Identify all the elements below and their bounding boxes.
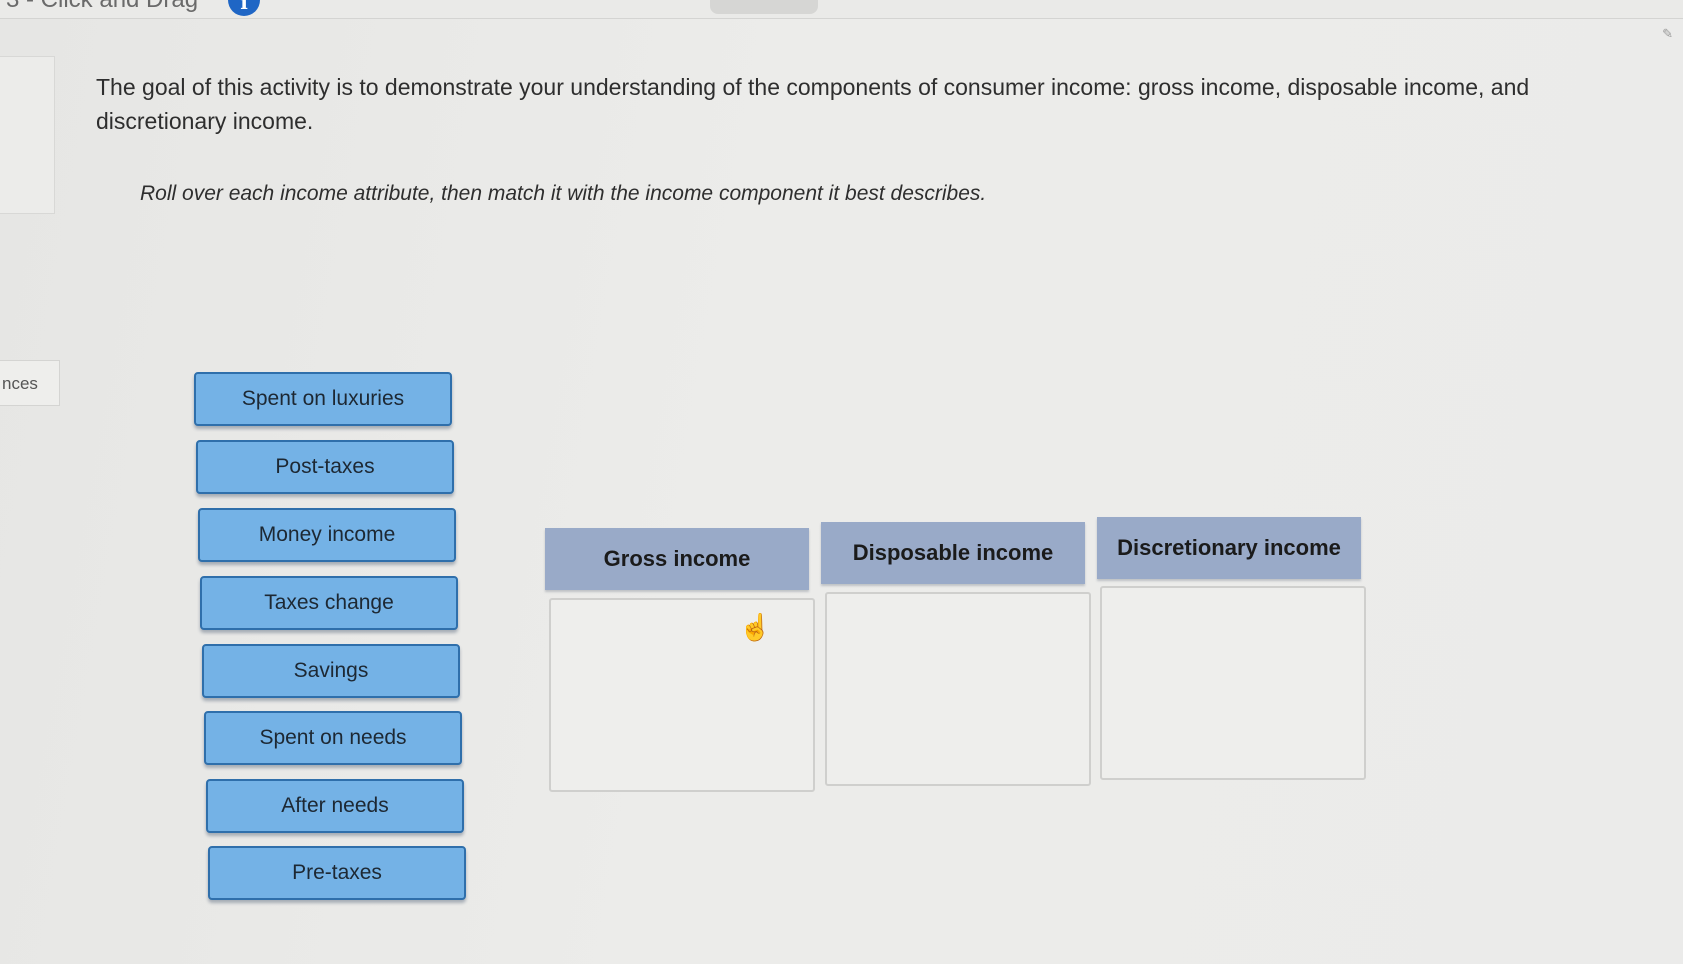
attribute-card[interactable]: Money income	[198, 508, 456, 562]
attribute-card[interactable]: After needs	[206, 779, 464, 833]
activity-title: 3 - Click and Drag	[6, 0, 198, 14]
info-icon[interactable]: i	[228, 0, 260, 16]
hand-pointer-icon: ☝	[739, 612, 772, 642]
left-tab-references[interactable]: nces	[0, 360, 60, 406]
drop-zone-disposable-income[interactable]	[825, 592, 1091, 786]
attribute-card[interactable]: Spent on needs	[204, 711, 462, 765]
drop-zone-gross-income[interactable]	[549, 598, 815, 792]
left-panel	[0, 56, 55, 214]
column-header-gross-income: Gross income	[545, 528, 809, 590]
attribute-card[interactable]: Post-taxes	[196, 440, 454, 494]
column-header-disposable-income: Disposable income	[821, 522, 1085, 584]
attribute-card[interactable]: Taxes change	[200, 576, 458, 630]
intro-text: The goal of this activity is to demonstr…	[96, 74, 1530, 134]
attribute-card[interactable]: Spent on luxuries	[194, 372, 452, 426]
top-tab-pill[interactable]	[710, 0, 818, 14]
attribute-card[interactable]: Pre-taxes	[208, 846, 466, 900]
settings-icon[interactable]: ✎	[1662, 26, 1673, 42]
instruction-text: Roll over each income attribute, then ma…	[140, 182, 987, 205]
drop-zone-discretionary-income[interactable]	[1100, 586, 1366, 780]
column-header-discretionary-income: Discretionary income	[1097, 517, 1361, 579]
activity-page: 3 - Click and Drag i ✎ nces The goal of …	[0, 0, 1683, 964]
attribute-card[interactable]: Savings	[202, 644, 460, 698]
top-bar: 3 - Click and Drag i	[0, 0, 1683, 19]
